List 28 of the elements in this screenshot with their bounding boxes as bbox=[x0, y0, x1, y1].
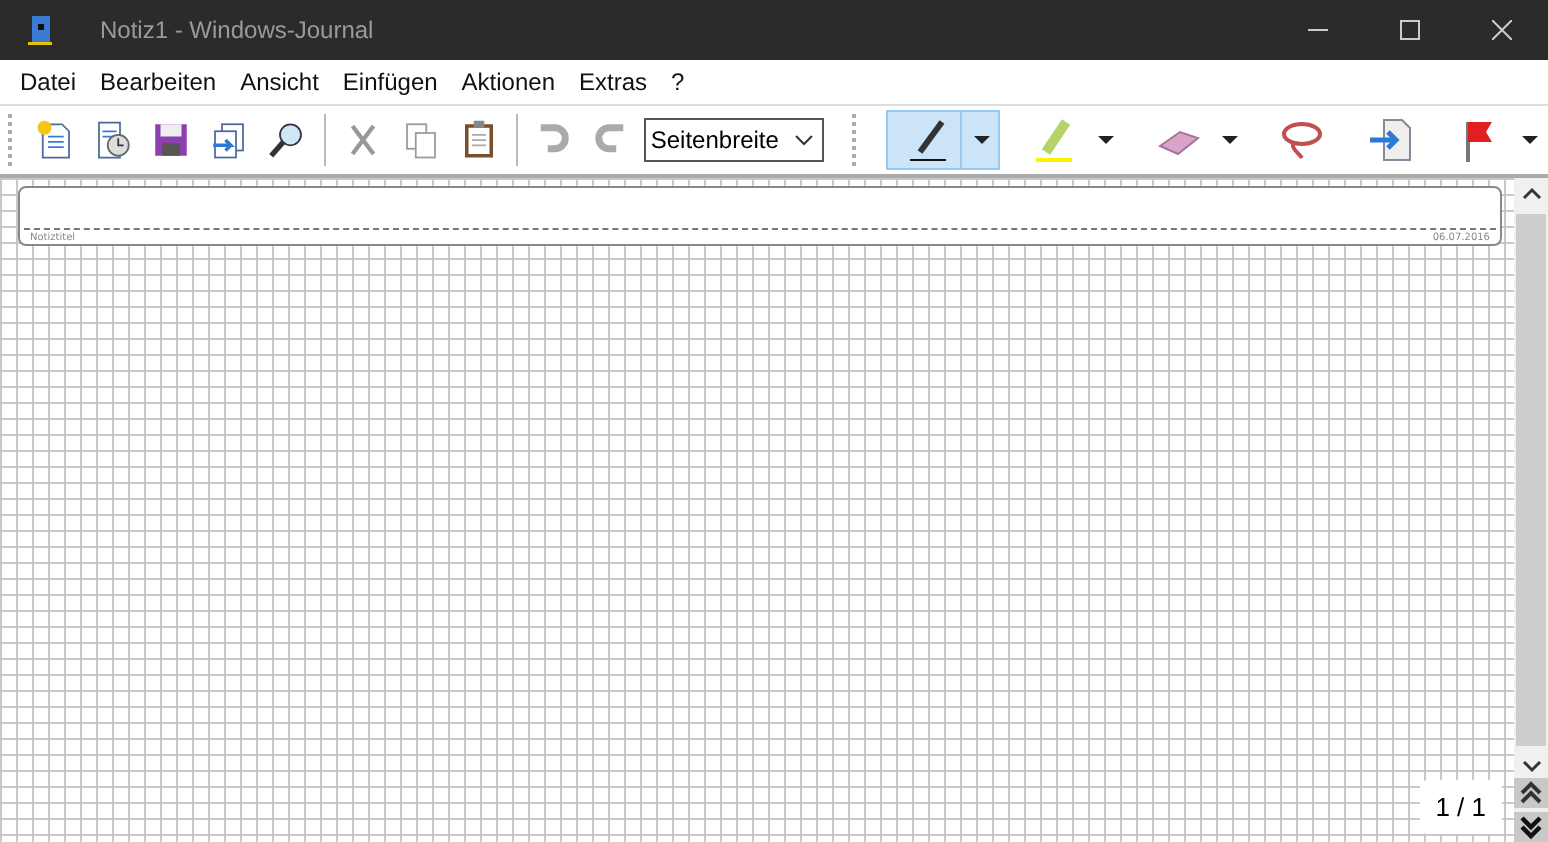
caret-icon[interactable] bbox=[1098, 136, 1115, 144]
menu-item[interactable]: Datei bbox=[8, 68, 89, 96]
menu-item[interactable]: Aktionen bbox=[449, 68, 567, 96]
chevron-up-icon[interactable] bbox=[1521, 186, 1541, 202]
window-title: Notiz1 - Windows-Journal bbox=[100, 16, 374, 44]
caret-icon[interactable] bbox=[1522, 136, 1539, 144]
notebook-icon bbox=[24, 14, 56, 46]
zoom-dropdown[interactable]: Seitenbreite bbox=[644, 118, 825, 162]
menu-item[interactable]: Bearbeiten bbox=[88, 68, 229, 96]
new-note-icon[interactable] bbox=[33, 116, 76, 164]
menu-item[interactable]: Extras bbox=[567, 68, 660, 96]
menu-item[interactable]: Einfügen bbox=[330, 68, 450, 96]
maximize-icon[interactable] bbox=[1400, 20, 1420, 40]
tool-button[interactable] bbox=[886, 110, 1001, 170]
previous-page-icon[interactable] bbox=[1514, 778, 1548, 808]
scroll-thumb[interactable] bbox=[1516, 214, 1546, 746]
chevron-down-icon bbox=[794, 134, 815, 146]
page-number: 1 / 1 bbox=[1419, 780, 1502, 834]
caret-icon[interactable] bbox=[974, 136, 991, 144]
close-icon[interactable] bbox=[1492, 20, 1512, 40]
scrollbar[interactable] bbox=[1514, 178, 1548, 842]
caret-icon[interactable] bbox=[1222, 136, 1239, 144]
chevron-down-icon[interactable] bbox=[1521, 758, 1541, 774]
menu-item[interactable]: Ansicht bbox=[228, 68, 331, 96]
next-page-icon[interactable] bbox=[1514, 812, 1548, 842]
menu-item[interactable]: ? bbox=[659, 68, 697, 96]
lasso-icon bbox=[1278, 116, 1327, 164]
insert-page-icon bbox=[1366, 116, 1415, 164]
